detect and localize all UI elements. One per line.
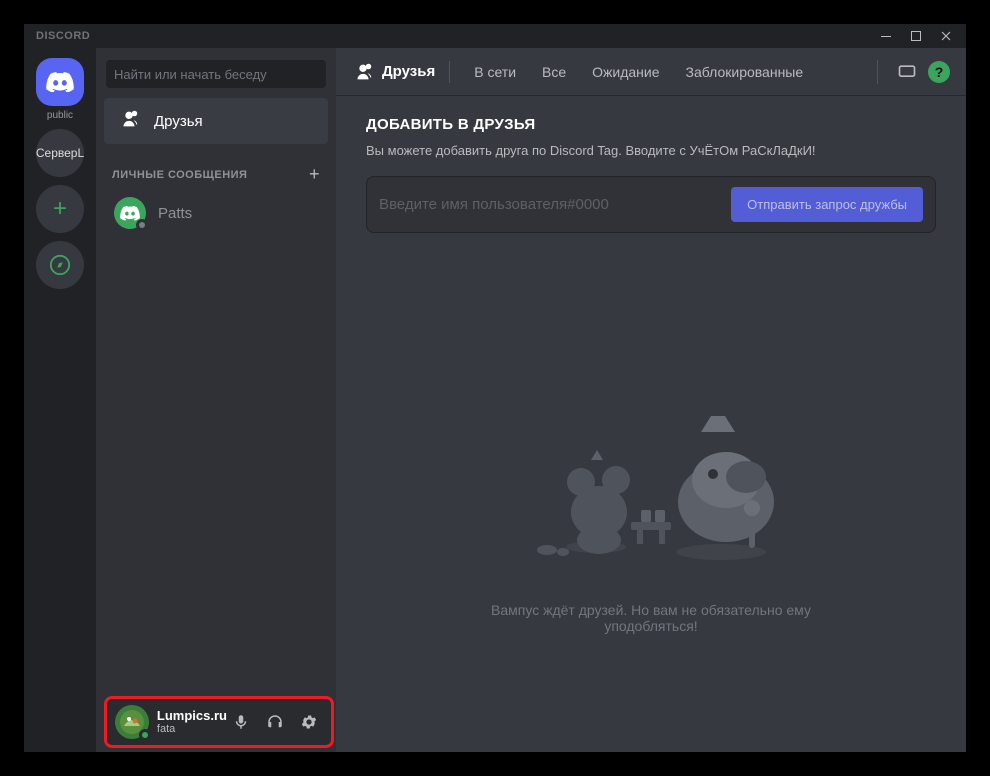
tab-online[interactable]: В сети	[464, 60, 526, 84]
gear-icon	[300, 713, 318, 731]
add-friend-section: ДОБАВИТЬ В ДРУЗЬЯ Вы можете добавить дру…	[336, 96, 966, 253]
dm-avatar	[114, 197, 146, 229]
username: Lumpics.ru	[157, 708, 227, 724]
dm-item[interactable]: Patts	[104, 191, 328, 235]
maximize-button[interactable]	[902, 25, 930, 47]
send-friend-request-button[interactable]: Отправить запрос дружбы	[731, 187, 923, 222]
titlebar: DISCORD	[24, 24, 966, 48]
empty-state: Вампус ждёт друзей. Но вам не обязательн…	[336, 253, 966, 752]
minimize-button[interactable]	[872, 25, 900, 47]
user-info[interactable]: Lumpics.ru fata	[157, 708, 227, 737]
create-dm-button[interactable]: +	[309, 164, 320, 185]
tab-blocked[interactable]: Заблокированные	[676, 60, 814, 84]
compass-icon	[49, 254, 71, 276]
help-button[interactable]: ?	[928, 61, 950, 83]
mute-mic-button[interactable]	[227, 708, 255, 736]
empty-text-line2: уподобляться!	[604, 618, 697, 634]
discord-avatar-icon	[120, 205, 140, 221]
add-server-button[interactable]: +	[36, 185, 84, 233]
friends-header: Друзья	[352, 61, 450, 83]
dm-header-label: ЛИЧНЫЕ СООБЩЕНИЯ	[112, 169, 247, 181]
add-friend-title: ДОБАВИТЬ В ДРУЗЬЯ	[366, 116, 936, 133]
close-button[interactable]	[932, 25, 960, 47]
server-public-label: public	[47, 110, 73, 121]
tab-all[interactable]: Все	[532, 60, 576, 84]
user-settings-button[interactable]	[295, 708, 323, 736]
headphones-icon	[266, 713, 284, 731]
friends-header-icon	[352, 61, 374, 83]
friends-icon	[118, 108, 140, 134]
server-rail: public СерверL +	[24, 48, 96, 752]
quick-switcher[interactable]: Найти или начать беседу	[106, 60, 326, 88]
add-friend-subtitle: Вы можете добавить друга по Discord Tag.…	[366, 143, 936, 158]
content-area: public СерверL + Найти или начать беседу…	[24, 48, 966, 752]
wumpus-illustration	[471, 372, 831, 572]
discord-logo-icon	[46, 72, 74, 92]
friends-nav-item[interactable]: Друзья	[104, 98, 328, 144]
microphone-icon	[232, 713, 250, 731]
user-panel-controls	[227, 708, 323, 736]
deafen-button[interactable]	[261, 708, 289, 736]
offline-status-icon	[136, 219, 148, 231]
main-panel: Друзья В сети Все Ожидание Заблокированн…	[336, 48, 966, 752]
user-status: fata	[157, 723, 227, 736]
dm-item-name: Patts	[158, 205, 192, 222]
friends-nav-label: Друзья	[154, 113, 203, 130]
divider	[877, 60, 878, 84]
online-status-icon	[139, 729, 151, 741]
friends-header-label: Друзья	[382, 63, 435, 80]
window-controls	[872, 25, 960, 47]
add-friend-input-row: Отправить запрос дружбы	[366, 176, 936, 233]
search-placeholder: Найти или начать беседу	[114, 67, 267, 82]
tab-pending[interactable]: Ожидание	[582, 60, 669, 84]
top-bar: Друзья В сети Все Ожидание Заблокированн…	[336, 48, 966, 96]
empty-text-line1: Вампус ждёт друзей. Но вам не обязательн…	[491, 602, 811, 618]
app-window: DISCORD public СерверL + Найти или начат…	[24, 24, 966, 752]
discover-servers-button[interactable]	[36, 241, 84, 289]
window-title: DISCORD	[36, 30, 90, 42]
home-server-button[interactable]	[36, 58, 84, 106]
server-item-1[interactable]: СерверL	[36, 129, 84, 177]
dm-column: Найти или начать беседу Друзья ЛИЧНЫЕ СО…	[96, 48, 336, 752]
dm-header: ЛИЧНЫЕ СООБЩЕНИЯ +	[96, 146, 336, 189]
new-group-dm-button[interactable]	[892, 57, 922, 87]
add-friend-input[interactable]	[379, 196, 731, 213]
user-avatar[interactable]	[115, 705, 149, 739]
user-panel: Lumpics.ru fata	[104, 696, 334, 748]
